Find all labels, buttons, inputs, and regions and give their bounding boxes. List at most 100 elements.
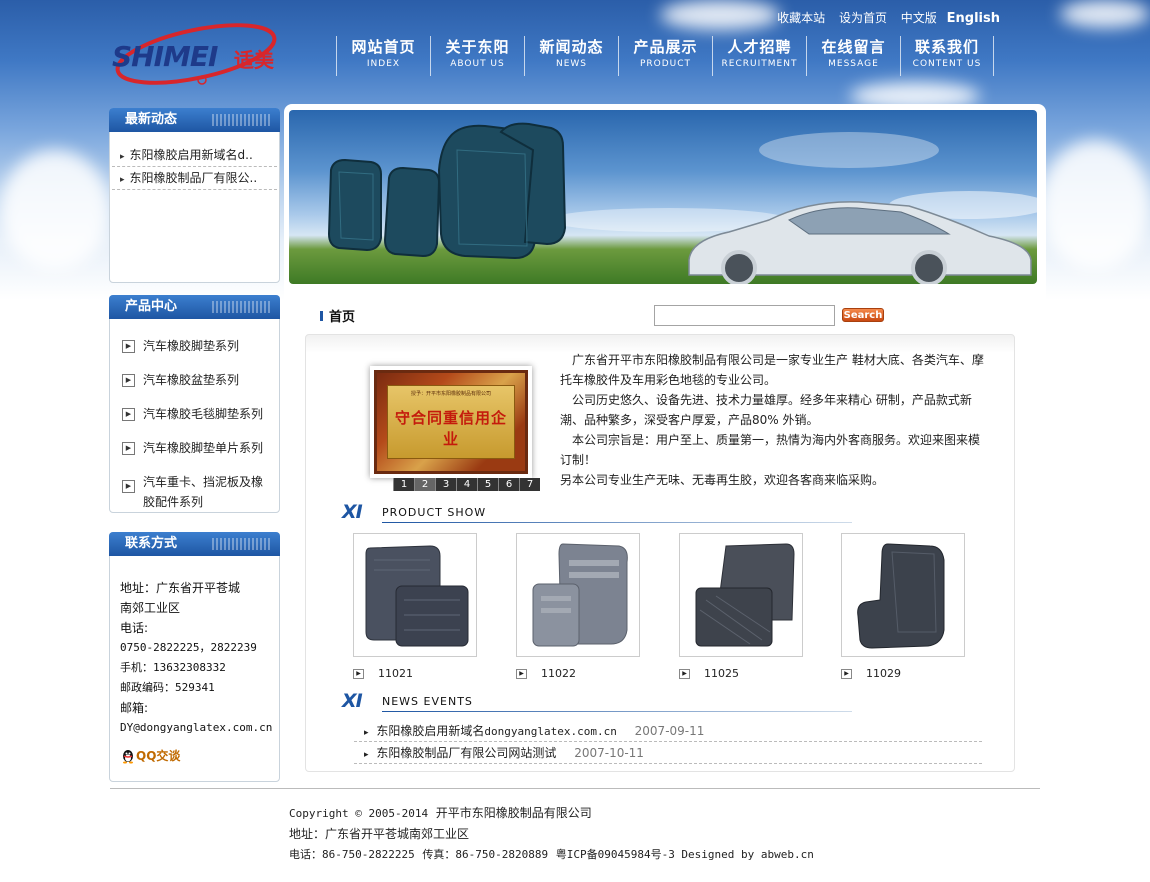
nav-label: 新闻动态 — [539, 38, 604, 56]
product-card: ▶ 11021 — [353, 533, 477, 680]
product-code[interactable]: ▶ 11021 — [353, 667, 477, 680]
nav-contact[interactable]: 联系我们 CONTENT US — [900, 36, 994, 76]
product-card: ▶ 11022 — [516, 533, 640, 680]
product-category-label: 汽车橡胶脚垫单片系列 — [143, 441, 264, 455]
nav-sub-label: CONTENT US — [912, 59, 982, 69]
news-item[interactable]: 东阳橡胶启用新域名dongyanglatex.com.cn 2007-09-11 — [354, 720, 982, 742]
contact-info: 地址：广东省开平苍城 南郊工业区 电话: 0750-2822225，282223… — [110, 556, 279, 766]
intro-paragraph: 广东省开平市东阳橡胶制品有限公司是一家专业生产 鞋材大底、各类汽车、摩托车橡胶件… — [560, 353, 984, 387]
list-item[interactable]: 东阳橡胶制品厂有限公.. — [112, 167, 277, 190]
product-code[interactable]: ▶ 11029 — [841, 667, 965, 680]
contact-postcode: 邮政编码：529341 — [120, 681, 215, 694]
arrow-box-icon: ▶ — [516, 668, 527, 679]
contact-address: 地址：广东省开平苍城 — [120, 581, 241, 595]
company-name: 开平市东阳橡胶制品有限公司 — [435, 806, 592, 820]
nav-sub-label: NEWS — [555, 59, 588, 69]
product-image[interactable] — [353, 533, 477, 657]
nav-sub-label: INDEX — [366, 59, 401, 69]
logo[interactable]: SHIMEI 适美 — [110, 18, 290, 88]
news-events-header: XI NEWS EVENTS — [342, 689, 852, 713]
nav-label: 联系我们 — [914, 38, 979, 56]
set-homepage-link[interactable]: 设为首页 — [839, 11, 887, 25]
product-center-title: 产品中心 — [109, 295, 280, 319]
contact-email[interactable]: DY@dongyanglatex.com.cn — [120, 718, 272, 738]
pager-button[interactable]: 3 — [435, 478, 456, 491]
product-category-item[interactable]: ▶ 汽车橡胶脚垫系列 — [110, 329, 279, 363]
product-image[interactable] — [516, 533, 640, 657]
nav-label: 产品展示 — [633, 38, 698, 56]
english-version-link[interactable]: English — [947, 11, 1000, 26]
cloud — [0, 150, 110, 270]
certificate-image[interactable]: 授予：开平市东阳橡胶制品有限公司 守合同重信用企业 — [370, 366, 532, 478]
cloud — [660, 0, 780, 30]
nav-label: 关于东阳 — [445, 38, 510, 56]
product-show-title: PRODUCT SHOW — [382, 505, 487, 519]
product-code[interactable]: ▶ 11025 — [679, 667, 803, 680]
news-title: 东阳橡胶制品厂有限公司网站测试 — [376, 746, 557, 760]
product-category-item[interactable]: ▶ 汽车橡胶盆垫系列 — [110, 363, 279, 397]
nav-news[interactable]: 新闻动态 NEWS — [524, 36, 618, 76]
nav-recruitment[interactable]: 人才招聘 RECRUITMENT — [712, 36, 806, 76]
search-button[interactable]: Search — [842, 308, 884, 322]
footer-fax: 传真：86-750-2820889 — [422, 848, 549, 861]
product-card: ▶ 11029 — [841, 533, 965, 680]
product-code-label: 11021 — [378, 667, 413, 680]
product-code[interactable]: ▶ 11022 — [516, 667, 640, 680]
penguin-icon — [123, 750, 133, 764]
pager-button[interactable]: 7 — [519, 478, 540, 491]
nav-message[interactable]: 在线留言 MESSAGE — [806, 36, 900, 76]
footer-icp[interactable]: 粤ICP备09045984号-3 Designed by abweb.cn — [556, 848, 814, 861]
product-category-item[interactable]: ▶ 汽车橡胶毛毯脚垫系列 — [110, 397, 279, 431]
pager-button[interactable]: 1 — [393, 478, 414, 491]
news-date: 2007-10-11 — [574, 746, 644, 760]
latest-news-title: 最新动态 — [109, 108, 280, 132]
floor-mat-image — [695, 543, 795, 647]
bookmark-link[interactable]: 收藏本站 — [777, 11, 825, 25]
footer: Copyright © 2005-2014 开平市东阳橡胶制品有限公司 地址：广… — [289, 803, 814, 865]
nav-sub-label: MESSAGE — [828, 59, 879, 69]
pager-button[interactable]: 5 — [477, 478, 498, 491]
nav-sub-label: ABOUT US — [450, 59, 505, 69]
contact-phone-label: 电话: — [120, 621, 149, 635]
product-image[interactable] — [841, 533, 965, 657]
product-category-label: 汽车重卡、挡泥板及橡胶配件系列 — [143, 475, 264, 509]
copyright-text: Copyright © 2005-2014 — [289, 807, 429, 820]
pager-button[interactable]: 4 — [456, 478, 477, 491]
pager-button[interactable]: 6 — [498, 478, 519, 491]
product-category-item[interactable]: ▶ 汽车重卡、挡泥板及橡胶配件系列 — [110, 465, 279, 519]
product-show-header: XI PRODUCT SHOW — [342, 500, 852, 524]
company-intro: 广东省开平市东阳橡胶制品有限公司是一家专业生产 鞋材大底、各类汽车、摩托车橡胶件… — [560, 350, 988, 490]
product-category-label: 汽车橡胶毛毯脚垫系列 — [143, 407, 264, 421]
intro-paragraph: 另本公司专业生产无味、无毒再生胶，欢迎各客商来临采购。 — [560, 473, 885, 487]
product-category-label: 汽车橡胶脚垫系列 — [143, 339, 240, 353]
nav-about[interactable]: 关于东阳 ABOUT US — [430, 36, 524, 76]
contact-mobile: 手机：13632308332 — [120, 661, 226, 674]
slideshow-pager: 1 2 3 4 5 6 7 — [393, 478, 540, 491]
arrow-box-icon: ▶ — [122, 374, 135, 387]
contact-email-label: 邮箱: — [120, 701, 149, 715]
arrow-box-icon: ▶ — [122, 442, 135, 455]
breadcrumb: 首页 — [320, 306, 355, 325]
search-input[interactable] — [654, 305, 835, 326]
contact-box: 联系方式 地址：广东省开平苍城 南郊工业区 电话: 0750-2822225，2… — [109, 532, 280, 782]
news-item[interactable]: 东阳橡胶制品厂有限公司网站测试 2007-10-11 — [354, 742, 982, 764]
chinese-version-link[interactable]: 中文版 — [901, 11, 937, 25]
nav-label: 人才招聘 — [727, 38, 792, 56]
floor-mat-image — [857, 543, 945, 649]
qq-chat-button[interactable]: QQ交谈 — [120, 746, 269, 766]
arrow-box-icon: ▶ — [122, 480, 135, 493]
qq-chat-label: QQ交谈 — [136, 749, 181, 763]
nav-product[interactable]: 产品展示 PRODUCT — [618, 36, 712, 76]
product-category-item[interactable]: ▶ 汽车橡胶脚垫单片系列 — [110, 431, 279, 465]
nav-index[interactable]: 网站首页 INDEX — [336, 36, 430, 76]
arrow-box-icon: ▶ — [353, 668, 364, 679]
latest-news-box: 最新动态 东阳橡胶启用新域名d.. 东阳橡胶制品厂有限公.. — [109, 108, 280, 283]
intro-paragraph: 公司历史悠久、设备先进、技术力量雄厚。经多年来精心 研制，产品款式新潮、品种繁多… — [560, 393, 972, 427]
arrow-box-icon: ▶ — [679, 668, 690, 679]
product-image[interactable] — [679, 533, 803, 657]
news-events-title: NEWS EVENTS — [382, 694, 473, 708]
pager-button-active[interactable]: 2 — [414, 478, 435, 491]
arrow-box-icon: ▶ — [122, 340, 135, 353]
divider — [382, 711, 852, 712]
list-item[interactable]: 东阳橡胶启用新域名d.. — [112, 144, 277, 167]
